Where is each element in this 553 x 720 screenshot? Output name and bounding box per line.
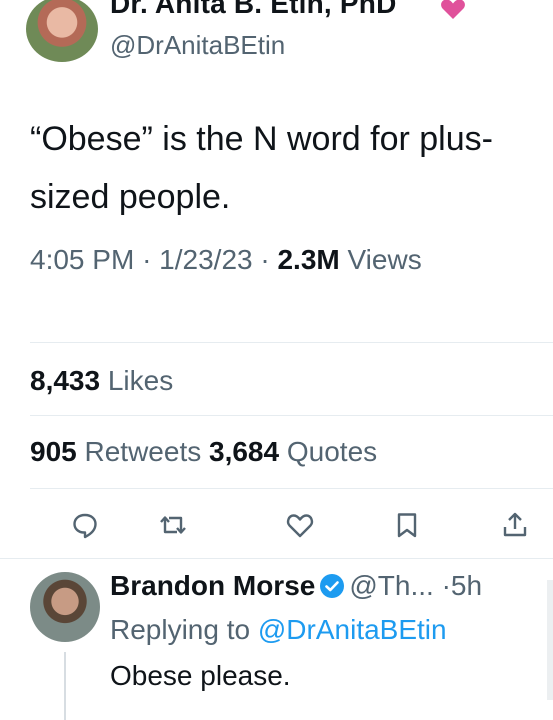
like-button[interactable] <box>285 510 315 540</box>
reply-author-handle[interactable]: @Th... <box>349 570 433 601</box>
quotes-label: Quotes <box>286 436 378 467</box>
comment-icon <box>73 513 97 539</box>
pink-heart-icon <box>440 0 466 20</box>
tweet-meta: 4:05 PM · 1/23/23 · 2.3M Views <box>30 244 422 276</box>
thread-line <box>64 652 66 720</box>
retweets-quotes-stats: 905 Retweets 3,684 Quotes <box>30 436 377 468</box>
author-avatar[interactable] <box>26 0 98 62</box>
bookmark-icon <box>397 513 417 538</box>
views-count: 2.3M <box>277 244 340 275</box>
meta-separator: · <box>260 244 270 275</box>
reply-text: Obese please. <box>110 660 291 691</box>
divider <box>0 558 553 559</box>
reply-header: Brandon Morse @Th... ·5h <box>110 570 482 602</box>
retweets-stat[interactable]: 905 Retweets <box>30 436 209 467</box>
likes-label: Likes <box>107 365 174 396</box>
quotes-stat[interactable]: 3,684 Quotes <box>209 436 377 467</box>
views-label: Views <box>347 244 422 275</box>
reply-button[interactable] <box>70 510 100 540</box>
reply-author-avatar[interactable] <box>30 572 100 642</box>
reply-time[interactable]: 5h <box>451 570 482 601</box>
scrollbar[interactable] <box>547 580 553 700</box>
replying-handle-link[interactable]: @DrAnitaBEtin <box>258 614 447 645</box>
replying-prefix: Replying to <box>110 614 251 645</box>
retweet-button[interactable] <box>158 510 188 540</box>
share-icon <box>503 512 527 537</box>
retweets-count: 905 <box>30 436 77 467</box>
tweet-date[interactable]: 1/23/23 <box>159 244 252 275</box>
quotes-count: 3,684 <box>209 436 280 467</box>
tweet-time[interactable]: 4:05 PM <box>30 244 134 275</box>
divider <box>30 342 553 343</box>
author-name[interactable]: Dr. Anita B. Etin, PhD <box>110 0 397 20</box>
replying-to: Replying to @DrAnitaBEtin <box>110 614 447 646</box>
heart-outline-icon <box>286 514 314 538</box>
retweets-label: Retweets <box>84 436 202 467</box>
divider <box>30 488 553 489</box>
divider <box>30 415 553 416</box>
likes-stat[interactable]: 8,433 Likes <box>30 365 173 397</box>
meta-separator: · <box>142 244 152 275</box>
bookmark-button[interactable] <box>392 510 422 540</box>
tweet-text: “Obese” is the N word for plus-sized peo… <box>30 120 493 216</box>
verified-badge-icon <box>319 573 345 599</box>
retweet-icon <box>160 516 186 534</box>
reply-author-name[interactable]: Brandon Morse <box>110 570 315 601</box>
share-button[interactable] <box>500 510 530 540</box>
meta-separator: · <box>441 570 451 601</box>
likes-count: 8,433 <box>30 365 101 396</box>
author-handle[interactable]: @DrAnitaBEtin <box>110 30 285 61</box>
